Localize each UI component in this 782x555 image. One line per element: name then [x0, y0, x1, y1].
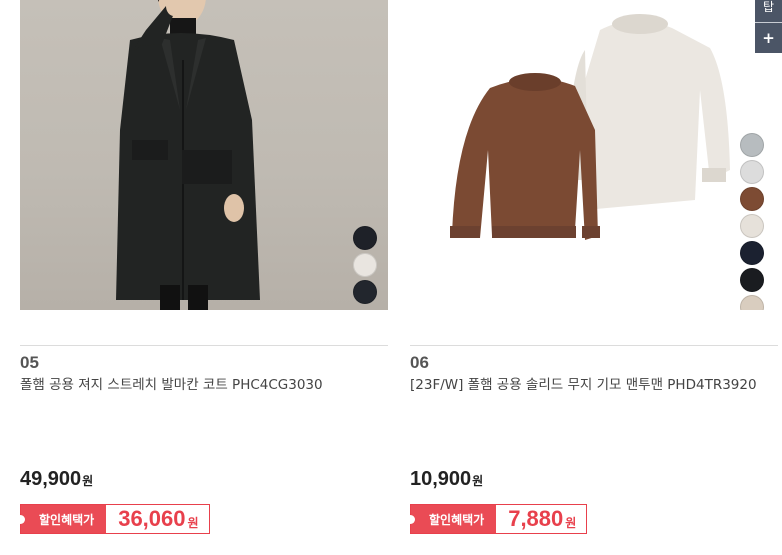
product-image[interactable] [410, 0, 778, 310]
product-image[interactable] [20, 0, 388, 310]
discount-benefit-price: 7,880 원 [496, 505, 587, 533]
product-card[interactable]: 05 폴햄 공용 져지 스트레치 발마칸 코트 PHC4CG3030 49,90… [15, 0, 388, 534]
product-number: 05 [20, 353, 39, 372]
product-name[interactable]: 폴햄 공용 져지 스트레치 발마칸 코트 PHC4CG3030 [20, 375, 380, 395]
color-swatch-list [353, 226, 377, 304]
benefit-price-value: 36,060 [118, 506, 186, 531]
discount-benefit-label: 할인혜택가 [405, 505, 497, 533]
color-swatch[interactable] [740, 241, 764, 265]
benefit-price-value: 7,880 [508, 506, 564, 531]
scroll-top-button[interactable]: 탑 [755, 0, 782, 22]
coat-model-illustration [116, 0, 260, 310]
color-swatch[interactable] [740, 133, 764, 157]
color-swatch[interactable] [740, 214, 764, 238]
color-swatch[interactable] [740, 268, 764, 292]
discount-benefit: 할인혜택가 36,060 원 [15, 504, 210, 534]
product-price: 49,900원 [20, 468, 93, 491]
price-unit: 원 [472, 474, 484, 488]
price-value: 49,900 [20, 468, 82, 490]
color-swatch[interactable] [353, 280, 377, 304]
discount-benefit-price: 36,060 원 [106, 505, 209, 533]
color-swatch[interactable] [740, 295, 764, 310]
color-swatch-list [740, 133, 764, 310]
divider [410, 345, 778, 346]
color-swatch[interactable] [740, 160, 764, 184]
price-value: 10,900 [410, 468, 472, 490]
side-floating-menu: 탑 + [755, 0, 782, 53]
discount-benefit: 할인혜택가 7,880 원 [405, 504, 588, 534]
product-number: 06 [410, 353, 429, 372]
price-unit: 원 [82, 474, 94, 488]
product-price: 10,900원 [410, 468, 483, 491]
color-swatch[interactable] [353, 253, 377, 277]
plus-button[interactable]: + [755, 23, 782, 53]
product-name[interactable]: [23F/W] 폴햄 공용 솔리드 무지 기모 맨투맨 PHD4TR3920 [410, 375, 770, 395]
product-card[interactable]: 06 [23F/W] 폴햄 공용 솔리드 무지 기모 맨투맨 PHD4TR392… [405, 0, 778, 534]
divider [20, 345, 388, 346]
discount-benefit-label: 할인혜택가 [15, 505, 107, 533]
benefit-price-unit: 원 [187, 515, 199, 530]
color-swatch[interactable] [740, 187, 764, 211]
sweatshirt-illustration [450, 14, 730, 241]
benefit-price-unit: 원 [565, 515, 577, 530]
color-swatch[interactable] [353, 226, 377, 250]
